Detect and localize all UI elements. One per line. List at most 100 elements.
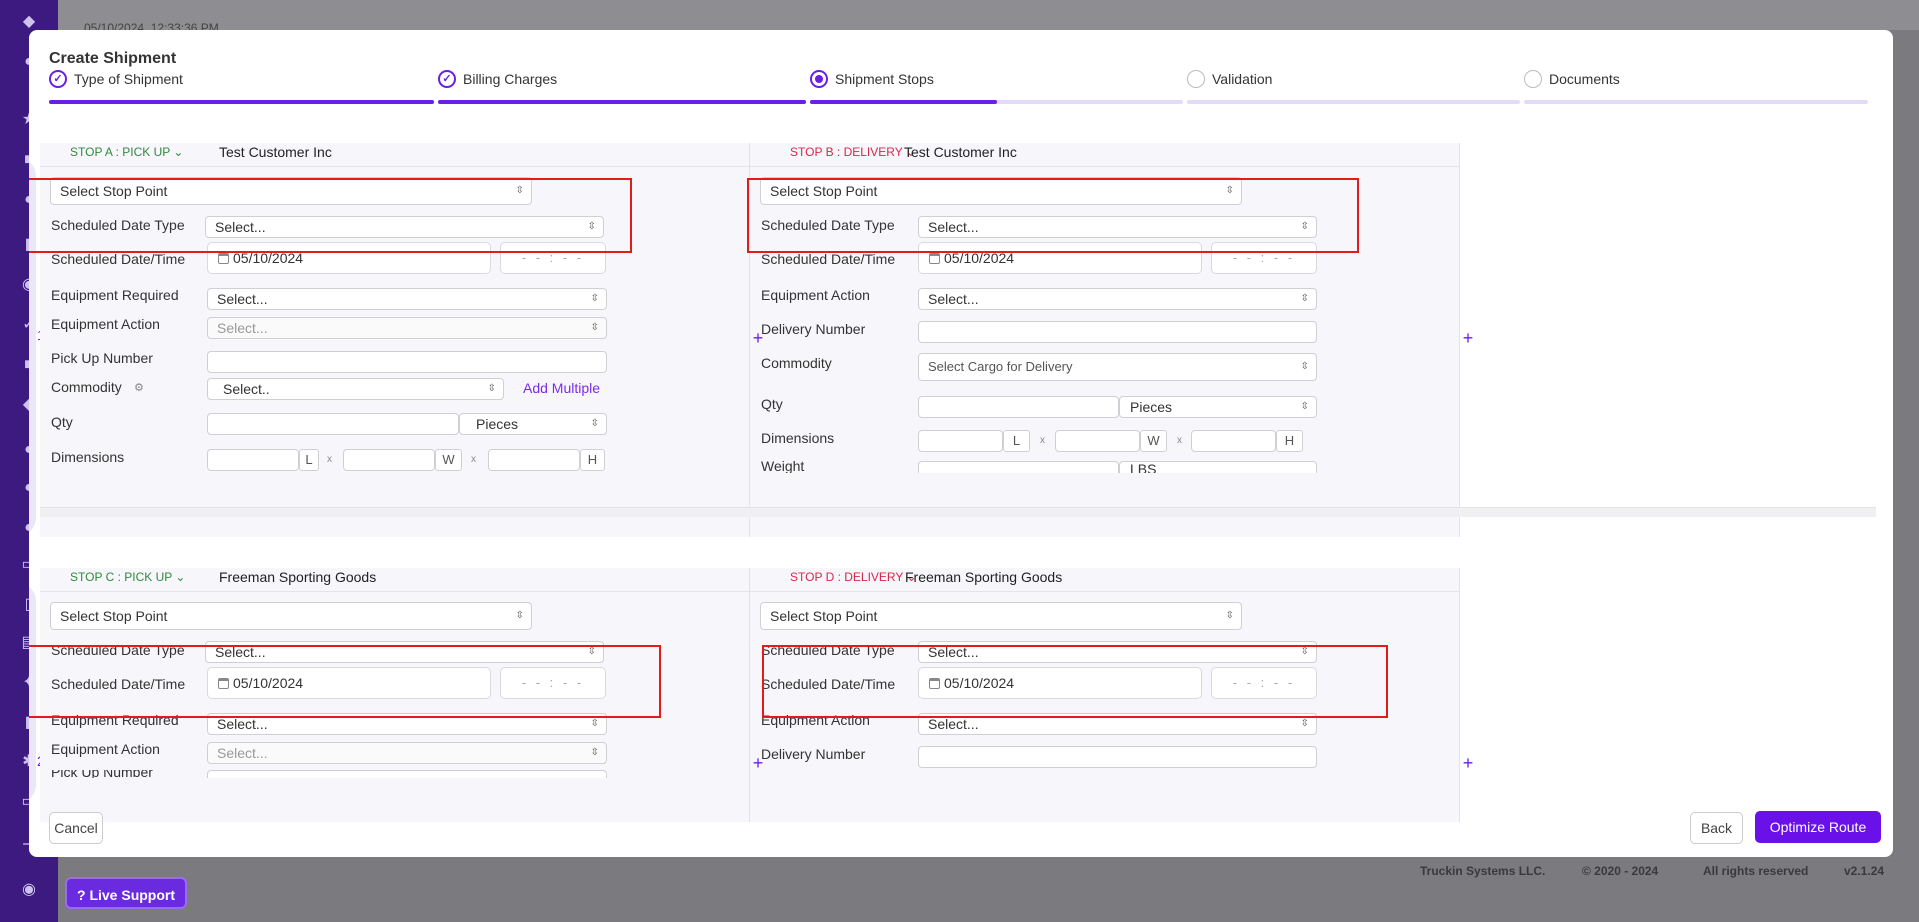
times-icon: x	[327, 454, 332, 465]
calendar-icon	[218, 253, 229, 264]
footer-rights: All rights reserved	[1703, 864, 1809, 878]
step-label: Validation	[1212, 71, 1273, 87]
step-shipment-stops[interactable]: Shipment Stops	[810, 70, 1183, 104]
stop-type-toggle[interactable]: STOP C : PICK UP ⌄	[70, 570, 185, 584]
qty-input[interactable]	[207, 413, 459, 435]
weight-input[interactable]	[918, 461, 1119, 473]
step-label: Billing Charges	[463, 71, 558, 87]
step-progress-fill	[810, 100, 997, 104]
stop-customer: Test Customer Inc	[219, 144, 332, 160]
qty-unit-select[interactable]: Pieces ⇳	[1119, 396, 1317, 418]
select-value: Pieces	[1130, 399, 1173, 415]
highlight-box	[29, 645, 661, 718]
step-progress	[1187, 100, 1520, 104]
step-type-of-shipment[interactable]: ✓ Type of Shipment	[49, 70, 434, 104]
step-label: Shipment Stops	[835, 71, 934, 87]
add-stop-plus-icon[interactable]: +	[750, 329, 766, 347]
updown-icon: ⇳	[590, 747, 599, 758]
stop-type-label: STOP D : DELIVERY	[790, 570, 904, 584]
height-input[interactable]	[488, 449, 580, 471]
stop-header: STOP B : DELIVERY ⌄ Test Customer Inc	[750, 143, 1459, 167]
pick-up-number-input[interactable]	[207, 770, 607, 778]
gear-icon[interactable]: ⚙	[134, 381, 144, 394]
delivery-number-input[interactable]	[918, 746, 1317, 768]
width-input[interactable]	[343, 449, 435, 471]
highlight-box	[747, 178, 1359, 253]
label-pick-up-number: Pick Up Number	[51, 350, 153, 366]
label-equipment-required: Equipment Required	[51, 287, 179, 303]
label-dimensions: Dimensions	[761, 430, 835, 446]
step-progress	[438, 100, 806, 104]
chevron-down-icon: ⌄	[175, 570, 186, 584]
add-stop-plus-icon[interactable]: +	[750, 754, 766, 772]
length-input[interactable]	[918, 430, 1003, 452]
label-commodity: Commodity	[51, 379, 122, 395]
delivery-number-input[interactable]	[918, 321, 1317, 343]
step-progress-fill	[49, 100, 434, 104]
times-icon: x	[1177, 435, 1182, 446]
updown-icon: ⇳	[1300, 401, 1309, 412]
stop-header: STOP C : PICK UP ⌄ Freeman Sporting Good…	[40, 568, 749, 592]
updown-icon: ⇳	[590, 322, 599, 333]
commodity-select[interactable]: Select.. ⇳	[207, 378, 504, 400]
label-equipment-action: Equipment Action	[761, 287, 870, 303]
horizontal-scrollbar[interactable]	[40, 507, 1876, 517]
step-validation[interactable]: Validation	[1187, 70, 1520, 104]
updown-icon: ⇳	[515, 610, 524, 621]
add-multiple-link[interactable]: Add Multiple	[523, 380, 600, 396]
unit-height: H	[1276, 430, 1303, 452]
label-scheduled-datetime: Scheduled Date/Time	[761, 251, 896, 267]
add-stop-plus-icon[interactable]: +	[1460, 329, 1476, 347]
select-value: Select Cargo for Delivery	[928, 359, 1073, 374]
live-support-label: Live Support	[89, 887, 176, 903]
label-equipment-action: Equipment Action	[51, 741, 160, 757]
support-icon[interactable]: ◉	[19, 880, 39, 900]
footer-company: Truckin Systems LLC.	[1420, 864, 1546, 878]
select-stop-point[interactable]: Select Stop Point ⇳	[50, 602, 532, 630]
label-equipment-action: Equipment Action	[51, 316, 160, 332]
equipment-required-select[interactable]: Select... ⇳	[207, 288, 607, 310]
width-input[interactable]	[1055, 430, 1140, 452]
step-progress	[49, 100, 434, 104]
equipment-action-select[interactable]: Select... ⇳	[207, 742, 607, 764]
select-value: Select...	[217, 745, 268, 761]
label-qty: Qty	[761, 396, 783, 412]
unit-length: L	[1003, 430, 1030, 452]
unit-width: W	[1140, 430, 1167, 452]
check-circle-icon: ✓	[49, 70, 67, 88]
commodity-cargo-select[interactable]: Select Cargo for Delivery ⇳	[918, 353, 1317, 381]
step-progress	[810, 100, 1183, 104]
stop-type-toggle[interactable]: STOP B : DELIVERY ⌄	[790, 145, 916, 159]
unit-height: H	[580, 449, 605, 471]
length-input[interactable]	[207, 449, 299, 471]
select-value: Select..	[223, 381, 270, 397]
footer-version: v2.1.24	[1844, 864, 1885, 878]
updown-icon: ⇳	[1225, 610, 1234, 621]
pickup-number-row-clipped: Pick Up Number	[40, 770, 749, 778]
step-documents[interactable]: Documents	[1524, 70, 1868, 104]
step-progress	[1524, 100, 1868, 104]
label-commodity: Commodity	[761, 355, 832, 371]
back-button[interactable]: Back	[1690, 812, 1743, 844]
stop-type-toggle[interactable]: STOP D : DELIVERY ⌄	[790, 570, 917, 584]
live-support-button[interactable]: ? Live Support	[65, 877, 187, 909]
label-pick-up-number: Pick Up Number	[51, 770, 153, 778]
add-stop-plus-icon[interactable]: +	[1460, 754, 1476, 772]
qty-unit-select[interactable]: Pieces ⇳	[459, 413, 607, 435]
step-label: Documents	[1549, 71, 1620, 87]
qty-input[interactable]	[918, 396, 1119, 418]
equipment-action-select[interactable]: Select... ⇳	[207, 317, 607, 339]
label-qty: Qty	[51, 414, 73, 430]
create-shipment-modal: Create Shipment ✓ Type of Shipment ✓ Bil…	[29, 30, 1893, 857]
weight-unit-select[interactable]: LBS	[1119, 461, 1317, 473]
select-stop-point[interactable]: Select Stop Point ⇳	[760, 602, 1242, 630]
optimize-route-button[interactable]: Optimize Route	[1755, 811, 1881, 843]
unit-length: L	[299, 449, 319, 471]
equipment-action-select[interactable]: Select... ⇳	[918, 288, 1317, 310]
pick-up-number-input[interactable]	[207, 351, 607, 373]
cancel-button[interactable]: Cancel	[49, 812, 103, 844]
stop-type-toggle[interactable]: STOP A : PICK UP ⌄	[70, 145, 183, 159]
stop-header: STOP A : PICK UP ⌄ Test Customer Inc	[40, 143, 749, 167]
height-input[interactable]	[1191, 430, 1276, 452]
step-billing-charges[interactable]: ✓ Billing Charges	[438, 70, 806, 104]
